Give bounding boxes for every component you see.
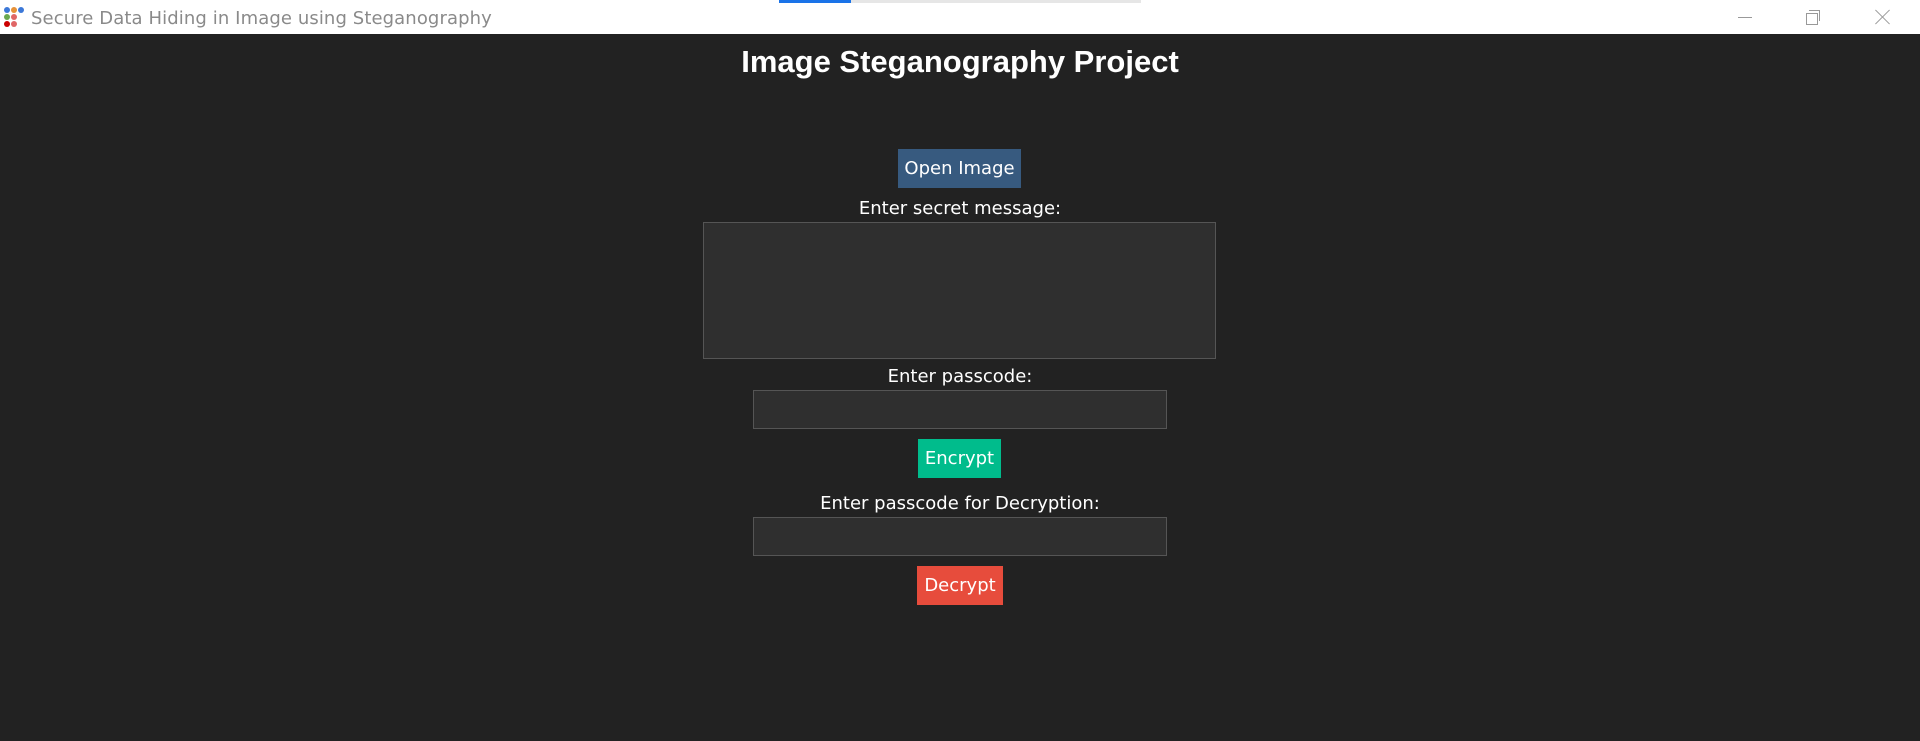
loading-progress-bar: [779, 0, 1141, 3]
secret-message-textarea[interactable]: [703, 222, 1216, 359]
minimize-icon: [1738, 16, 1752, 18]
window-title: Secure Data Hiding in Image using Stegan…: [31, 8, 492, 29]
close-icon: [1875, 9, 1891, 25]
restore-button[interactable]: [1778, 0, 1848, 34]
title-bar: Secure Data Hiding in Image using Stegan…: [0, 0, 1920, 34]
loading-progress-fill: [779, 0, 852, 3]
restore-icon: [1806, 10, 1820, 25]
decrypt-button[interactable]: Decrypt: [917, 566, 1003, 605]
decryption-passcode-input[interactable]: [753, 517, 1167, 556]
close-button[interactable]: [1848, 0, 1918, 34]
passcode-label: Enter passcode:: [887, 366, 1033, 387]
page-title: Image Steganography Project: [741, 44, 1179, 79]
minimize-button[interactable]: [1710, 0, 1780, 34]
secret-message-label: Enter secret message:: [858, 198, 1062, 219]
app-icon: [4, 7, 24, 27]
encrypt-button[interactable]: Encrypt: [918, 439, 1001, 478]
passcode-input[interactable]: [753, 390, 1167, 429]
decryption-passcode-label: Enter passcode for Decryption:: [820, 493, 1100, 514]
app-window: Secure Data Hiding in Image using Stegan…: [0, 0, 1920, 741]
open-image-button[interactable]: Open Image: [898, 149, 1021, 188]
